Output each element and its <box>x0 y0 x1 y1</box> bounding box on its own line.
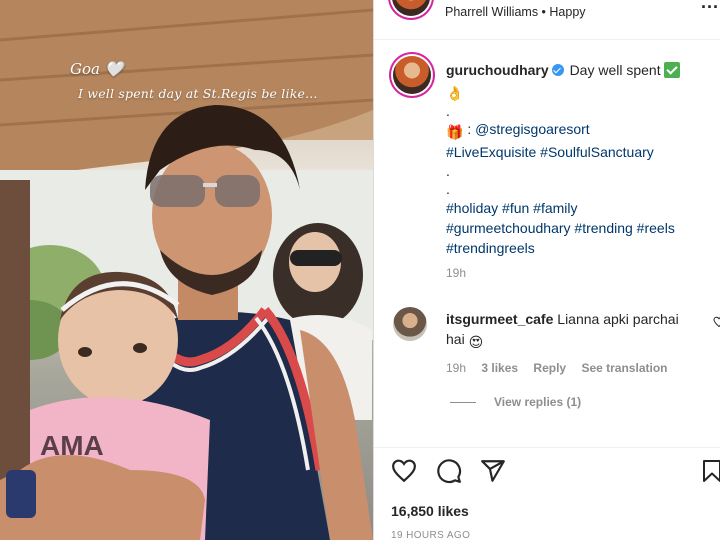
post-media[interactable]: AMA Goa 🤍 I well spent day at St.Regis b… <box>0 0 373 540</box>
hashtag-line-3[interactable]: #gurmeetchoudhary #trending #reels <box>446 218 716 238</box>
mention-link[interactable]: @stregisgoaresort <box>475 121 590 137</box>
comment-icon[interactable] <box>436 458 462 484</box>
hashtag-line-2[interactable]: #holiday #fun #family <box>446 198 716 218</box>
see-translation-button[interactable]: See translation <box>581 361 667 375</box>
caption-dot: . <box>446 163 450 179</box>
audio-track-link[interactable]: Pharrell Williams • Happy <box>445 5 586 19</box>
reply-button[interactable]: Reply <box>533 361 566 375</box>
photo-illustration: AMA <box>0 0 373 540</box>
commenter-avatar[interactable] <box>393 307 427 341</box>
hashtag-line-1[interactable]: #LiveExquisite #SoulfulSanctuary <box>446 142 716 162</box>
post-timestamp[interactable]: 19 HOURS AGO <box>391 530 470 540</box>
story-caption-title: Goa 🤍 <box>70 60 124 78</box>
hashtag-line-4[interactable]: #trendingreels <box>446 238 716 258</box>
comment-second-line: hai 😍 <box>446 329 716 352</box>
more-options-icon[interactable]: ... <box>701 0 719 13</box>
comment-body: itsgurmeet_cafe Lianna apki parchai hai … <box>446 309 716 375</box>
caption-text: Day well spent <box>569 62 661 78</box>
heart-eyes-emoji: 😍 <box>468 334 484 350</box>
story-caption-subtitle: I well spent day at St.Regis be like... <box>78 86 318 101</box>
comment-like-icon[interactable] <box>713 316 720 328</box>
post-sidebar: Pharrell Williams • Happy ... guruchoudh… <box>373 0 720 540</box>
post-header: Pharrell Williams • Happy ... <box>374 0 720 40</box>
caption-first-line: guruchoudhary Day well spent <box>446 60 716 80</box>
comment-likes[interactable]: 3 likes <box>481 361 518 375</box>
view-replies-button[interactable]: View replies (1) <box>450 395 581 409</box>
caption-dot: . <box>446 181 450 197</box>
bookmark-icon[interactable] <box>700 458 720 484</box>
view-replies-label[interactable]: View replies (1) <box>494 395 581 409</box>
comment-text-end: hai <box>446 331 465 347</box>
share-icon[interactable] <box>480 458 506 484</box>
comment-meta: 19h 3 likes Reply See translation <box>446 361 716 375</box>
action-bar: 16,850 likes 19 HOURS AGO <box>374 447 720 540</box>
likes-count[interactable]: 16,850 likes <box>391 503 469 519</box>
comment-text: Lianna apki parchai <box>557 311 679 327</box>
verified-icon <box>551 64 564 76</box>
comment-time[interactable]: 19h <box>446 361 466 375</box>
replies-divider <box>450 401 476 403</box>
ok-hand-emoji: 👌 <box>446 85 464 101</box>
author-avatar[interactable] <box>393 56 431 94</box>
commenter-username[interactable]: itsgurmeet_cafe <box>446 311 553 327</box>
gift-emoji: 🎁 <box>446 124 464 140</box>
heart-icon[interactable] <box>391 458 417 484</box>
comment-first-line: itsgurmeet_cafe Lianna apki parchai <box>446 309 716 329</box>
caption-time[interactable]: 19h <box>446 266 716 280</box>
mention-line: 🎁 : @stregisgoaresort <box>446 121 590 140</box>
check-emoji <box>663 62 680 78</box>
author-username[interactable]: guruchoudhary <box>446 62 549 78</box>
author-avatar-header[interactable] <box>392 0 430 16</box>
caption-body: guruchoudhary Day well spent 👌 . 🎁 : @st… <box>446 60 716 280</box>
caption-dot: . <box>446 103 450 119</box>
